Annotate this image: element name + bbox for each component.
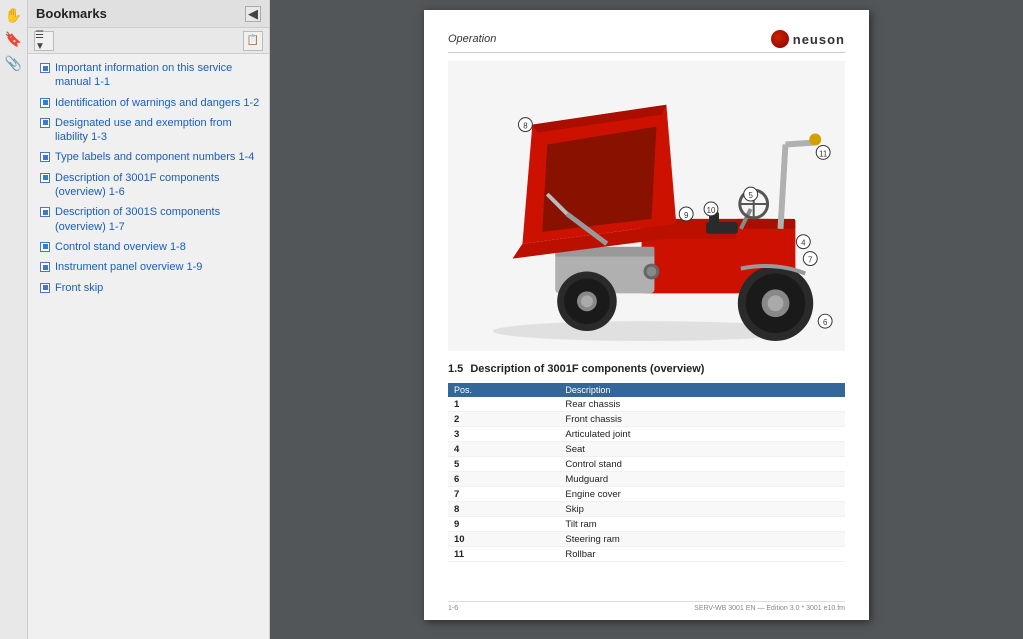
machine-image: 1 2 3 4 5 6 7 <box>448 61 845 351</box>
bookmark-icon-5 <box>40 173 50 183</box>
table-row: 10Steering ram <box>448 532 845 547</box>
table-row: 11Rollbar <box>448 547 845 562</box>
bookmark-text-9: Front skip <box>55 281 103 295</box>
bookmark-icon-1 <box>40 63 50 73</box>
bookmark-text-6: Description of 3001S components (overvie… <box>55 205 261 234</box>
bookmarks-toolbar: ☰ ▼ 📋 <box>28 28 269 54</box>
parts-table: Pos. Description 1Rear chassis2Front cha… <box>448 383 845 562</box>
table-cell-pos: 9 <box>448 517 559 532</box>
table-row: 9Tilt ram <box>448 517 845 532</box>
bookmark-icon-9 <box>40 283 50 293</box>
bookmark-item-8[interactable]: Instrument panel overview 1-9 <box>28 257 269 277</box>
table-cell-pos: 10 <box>448 532 559 547</box>
table-header-desc: Description <box>559 383 845 397</box>
paperclip-icon[interactable]: 📎 <box>3 52 25 74</box>
svg-text:8: 8 <box>523 121 528 130</box>
bookmark-icon-4 <box>40 152 50 162</box>
table-cell-desc: Steering ram <box>559 532 845 547</box>
svg-text:11: 11 <box>819 149 828 158</box>
footer-page-number: 1-6 <box>448 605 458 612</box>
bookmarks-list: Important information on this service ma… <box>28 54 269 639</box>
table-row: 3Articulated joint <box>448 427 845 442</box>
table-cell-pos: 4 <box>448 442 559 457</box>
svg-text:9: 9 <box>684 210 689 219</box>
table-cell-pos: 7 <box>448 487 559 502</box>
bookmarks-header: Bookmarks ◀ <box>28 0 269 28</box>
bookmark-item-7[interactable]: Control stand overview 1-8 <box>28 237 269 257</box>
table-row: 6Mudguard <box>448 472 845 487</box>
bookmarks-close-button[interactable]: ◀ <box>245 6 261 22</box>
section-heading: 1.5 Description of 3001F components (ove… <box>448 363 845 375</box>
bookmark-icon-8 <box>40 262 50 272</box>
table-row: 2Front chassis <box>448 412 845 427</box>
machine-svg: 1 2 3 4 5 6 7 <box>448 64 845 349</box>
left-toolbar: ✋ 🔖 📎 <box>0 0 28 639</box>
neuson-logo-icon <box>771 30 789 48</box>
bookmark-text-8: Instrument panel overview 1-9 <box>55 260 202 274</box>
table-row: 5Control stand <box>448 457 845 472</box>
table-row: 7Engine cover <box>448 487 845 502</box>
svg-text:5: 5 <box>749 191 754 200</box>
bookmark-item-2[interactable]: Identification of warnings and dangers 1… <box>28 93 269 113</box>
table-cell-pos: 2 <box>448 412 559 427</box>
table-cell-pos: 6 <box>448 472 559 487</box>
document-page: Operation neuson <box>424 10 869 620</box>
logo-text: neuson <box>793 32 845 47</box>
options-menu-button[interactable]: ☰ ▼ <box>34 31 54 51</box>
bookmark-item-6[interactable]: Description of 3001S components (overvie… <box>28 202 269 237</box>
table-header-pos: Pos. <box>448 383 559 397</box>
bookmark-item-4[interactable]: Type labels and component numbers 1-4 <box>28 147 269 167</box>
table-row: 4Seat <box>448 442 845 457</box>
bookmark-text-3: Designated use and exemption from liabil… <box>55 116 261 145</box>
table-cell-pos: 1 <box>448 397 559 412</box>
table-cell-desc: Rear chassis <box>559 397 845 412</box>
table-cell-pos: 8 <box>448 502 559 517</box>
table-cell-desc: Front chassis <box>559 412 845 427</box>
table-cell-pos: 3 <box>448 427 559 442</box>
svg-text:7: 7 <box>808 255 813 264</box>
bookmark-icon-3 <box>40 118 50 128</box>
svg-text:6: 6 <box>823 318 828 327</box>
table-cell-desc: Control stand <box>559 457 845 472</box>
section-title: Description of 3001F components (overvie… <box>470 363 704 375</box>
bookmark-item-9[interactable]: Front skip <box>28 278 269 298</box>
footer-doc-ref: SERV-WB 3001 EN — Edition 3.0 * 3001 e10… <box>694 605 845 612</box>
bookmark-icon-2 <box>40 98 50 108</box>
table-cell-pos: 5 <box>448 457 559 472</box>
bookmark-icon-7 <box>40 242 50 252</box>
bookmark-text-7: Control stand overview 1-8 <box>55 240 186 254</box>
svg-text:4: 4 <box>801 238 806 247</box>
svg-text:10: 10 <box>707 205 716 214</box>
bookmark-text-1: Important information on this service ma… <box>55 61 261 90</box>
bookmark-icon[interactable]: 🔖 <box>3 28 25 50</box>
table-cell-desc: Articulated joint <box>559 427 845 442</box>
table-row: 8Skip <box>448 502 845 517</box>
bookmark-icon-6 <box>40 207 50 217</box>
main-area: Operation neuson <box>270 0 1023 639</box>
table-cell-desc: Skip <box>559 502 845 517</box>
bookmark-item-5[interactable]: Description of 3001F components (overvie… <box>28 168 269 203</box>
table-cell-pos: 11 <box>448 547 559 562</box>
doc-footer: 1-6 SERV-WB 3001 EN — Edition 3.0 * 3001… <box>448 601 845 612</box>
bookmark-text-4: Type labels and component numbers 1-4 <box>55 150 254 164</box>
table-row: 1Rear chassis <box>448 397 845 412</box>
bookmark-text-2: Identification of warnings and dangers 1… <box>55 96 259 110</box>
table-cell-desc: Engine cover <box>559 487 845 502</box>
table-cell-desc: Mudguard <box>559 472 845 487</box>
doc-header: Operation neuson <box>448 30 845 53</box>
add-bookmark-button[interactable]: 📋 <box>243 31 263 51</box>
bookmark-text-5: Description of 3001F components (overvie… <box>55 171 261 200</box>
bookmarks-title: Bookmarks <box>36 6 107 21</box>
hand-icon[interactable]: ✋ <box>3 4 25 26</box>
table-cell-desc: Rollbar <box>559 547 845 562</box>
table-cell-desc: Seat <box>559 442 845 457</box>
bookmarks-panel: Bookmarks ◀ ☰ ▼ 📋 Important information … <box>28 0 270 639</box>
section-number: 1.5 <box>448 363 463 375</box>
doc-logo: neuson <box>771 30 845 48</box>
doc-header-title: Operation <box>448 33 496 45</box>
table-cell-desc: Tilt ram <box>559 517 845 532</box>
bookmark-item-3[interactable]: Designated use and exemption from liabil… <box>28 113 269 148</box>
bookmark-item-1[interactable]: Important information on this service ma… <box>28 58 269 93</box>
